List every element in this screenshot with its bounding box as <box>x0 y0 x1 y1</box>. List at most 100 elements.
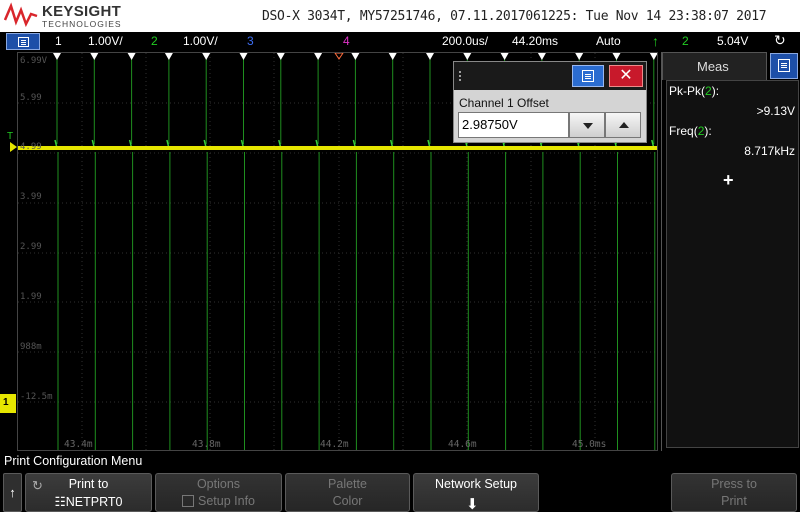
ch1-scale[interactable]: 1.00V/ <box>88 34 123 48</box>
x-label: 44.6m <box>448 439 477 450</box>
y-label: 5.99 <box>20 93 42 103</box>
sample-marker-icon <box>537 53 546 60</box>
offset-input[interactable]: 2.98750V <box>458 112 569 138</box>
sample-marker-icon <box>53 53 61 60</box>
tab-meas-label: Meas <box>697 59 729 74</box>
print-to-softkey[interactable]: ↻ Print to ☷NETPRT0 <box>25 473 152 512</box>
trigger-level[interactable]: 5.04V <box>717 34 748 48</box>
time-delay[interactable]: 44.20ms <box>512 34 558 48</box>
option-label: Setup Info <box>198 494 255 508</box>
sample-marker-icon <box>239 53 248 60</box>
timebase-scale[interactable]: 200.0us/ <box>442 34 488 48</box>
measurement-name[interactable]: Freq(2): <box>669 124 712 138</box>
y-label: 4.99 <box>20 142 42 152</box>
measurement-value: 8.717kHz <box>744 144 795 158</box>
sample-marker-icon <box>500 53 509 60</box>
measurement-type: Pk-Pk <box>669 84 702 98</box>
dialog-close-button[interactable]: ✕ <box>609 65 643 87</box>
instrument-info: DSO-X 3034T, MY57251746, 07.11.201706122… <box>262 9 767 24</box>
y-label: 3.99 <box>20 192 42 202</box>
ch3-number[interactable]: 3 <box>247 34 254 48</box>
sample-marker-icon <box>202 53 211 60</box>
main-menu-button[interactable] <box>6 33 40 50</box>
back-button[interactable]: ↑ <box>3 473 22 512</box>
softkey-bar: Print Configuration Menu ↑ ↻ Print to ☷N… <box>0 452 800 512</box>
softkey-label: Print to <box>68 477 109 491</box>
y-label: 1.99 <box>20 292 42 302</box>
sample-marker-icon <box>426 53 434 60</box>
measurement-name[interactable]: Pk-Pk(2): <box>669 84 719 98</box>
network-icon: ☷ <box>54 495 66 509</box>
chevron-down-icon <box>583 123 593 129</box>
brand-name: KEYSIGHT <box>42 3 122 20</box>
softkey-label: Options <box>196 477 241 491</box>
softkey-value: ☷NETPRT0 <box>26 494 151 509</box>
x-label: 43.4m <box>64 439 93 450</box>
menu-icon <box>18 37 29 47</box>
ch1-number[interactable]: 1 <box>55 34 62 48</box>
sample-marker-icon <box>612 53 621 60</box>
trigger-level-marker[interactable]: T <box>7 131 13 142</box>
menu-icon <box>582 70 594 82</box>
softkey-value: Print <box>721 494 747 508</box>
rising-edge-icon: ↑ <box>652 33 659 49</box>
measurement-list: Pk-Pk(2): >9.13V Freq(2): 8.717kHz + <box>666 80 799 448</box>
panel-menu-button[interactable] <box>770 53 798 79</box>
ch1-ground-marker[interactable]: 1 <box>0 394 16 413</box>
ch2-number[interactable]: 2 <box>151 34 158 48</box>
x-label: 44.2m <box>320 439 349 450</box>
ch2-scale[interactable]: 1.00V/ <box>183 34 218 48</box>
sample-marker-icon <box>575 53 584 60</box>
increment-button[interactable] <box>605 112 641 138</box>
dialog-titlebar[interactable]: ✕ <box>454 62 646 90</box>
softkey-label: Network Setup <box>435 477 517 491</box>
measurement-type: Freq <box>669 124 694 138</box>
sample-marker-icon <box>649 53 657 60</box>
sample-marker-icon <box>90 53 99 60</box>
palette-softkey[interactable]: Palette Color <box>285 473 410 512</box>
sample-marker-icon <box>276 53 285 60</box>
channel-offset-dialog: ✕ Channel 1 Offset 2.98750V <box>453 61 647 143</box>
trigger-mode[interactable]: Auto <box>596 34 621 48</box>
ch4-number[interactable]: 4 <box>343 34 350 48</box>
sample-marker-icon <box>314 53 323 60</box>
print-softkey[interactable]: Press to Print <box>671 473 797 512</box>
brand-subtitle: TECHNOLOGIES <box>42 19 122 29</box>
measure-cursor-icon[interactable]: ↻ <box>774 32 786 49</box>
sample-marker-icon <box>388 53 397 60</box>
setup-info-checkbox[interactable] <box>182 495 194 507</box>
network-setup-softkey[interactable]: Network Setup ⬇ <box>413 473 539 512</box>
y-label: 6.99V <box>20 56 48 66</box>
softkey-value: Color <box>332 494 363 508</box>
instrument-header: KEYSIGHT TECHNOLOGIES DSO-X 3034T, MY572… <box>0 0 800 32</box>
drag-handle-icon[interactable] <box>458 70 462 82</box>
status-bar: 1 1.00V/ 2 1.00V/ 3 4 200.0us/ 44.20ms A… <box>0 32 800 51</box>
add-measurement-button[interactable]: + <box>723 170 734 191</box>
y-label: -12.5m <box>20 392 53 402</box>
y-label: 2.99 <box>20 242 42 252</box>
softkey-label: Palette <box>328 477 367 491</box>
ch1-ground-label: 1 <box>3 397 9 408</box>
trigger-channel[interactable]: 2 <box>682 34 689 48</box>
options-softkey[interactable]: Options Setup Info <box>155 473 282 512</box>
softkey-label: Press to <box>711 477 757 491</box>
decrement-button[interactable] <box>569 112 605 138</box>
close-icon: ✕ <box>619 67 633 84</box>
sample-marker-icon <box>351 53 360 60</box>
tab-meas[interactable]: Meas <box>662 52 767 80</box>
softkey-value: Setup Info <box>156 494 281 508</box>
measurement-channel: 2 <box>705 84 712 98</box>
dialog-menu-button[interactable] <box>572 65 604 87</box>
x-label: 45.0ms <box>572 439 607 450</box>
measurement-value: >9.13V <box>756 104 795 118</box>
measurement-panel: Meas Pk-Pk(2): >9.13V Freq(2): 8.717kHz … <box>661 52 800 451</box>
ch1-offset-marker[interactable] <box>10 142 17 152</box>
print-destination: NETPRT0 <box>65 495 123 509</box>
sample-marker-icon <box>463 53 472 60</box>
menu-title: Print Configuration Menu <box>4 454 143 468</box>
x-label: 43.8m <box>192 439 221 450</box>
submenu-arrow-icon: ⬇ <box>466 496 479 512</box>
sample-marker-icon <box>127 53 136 60</box>
measurement-channel: 2 <box>697 124 705 138</box>
chevron-up-icon <box>619 122 629 128</box>
